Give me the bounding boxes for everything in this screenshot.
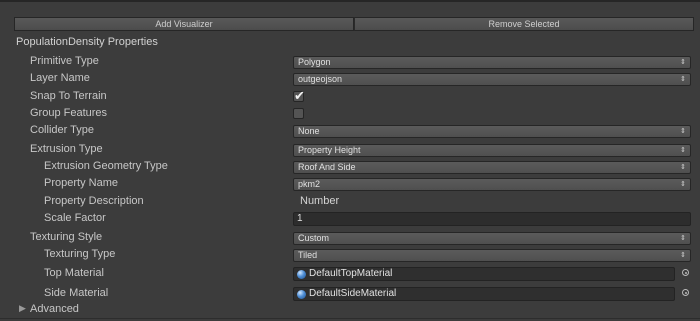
primitive-type-label: Primitive Type [30,55,99,67]
property-name-label: Property Name [44,177,118,189]
material-sphere-icon [297,270,306,279]
dropdown-arrows-icon: ⇕ [680,252,686,259]
dropdown-arrows-icon: ⇕ [680,59,686,66]
checkmark-icon: ✔ [294,88,305,103]
dropdown-arrows-icon: ⇕ [680,76,686,83]
top-divider [0,0,700,2]
scale-factor-label: Scale Factor [44,212,106,224]
collider-type-dropdown[interactable]: None ⇕ [293,125,691,138]
side-material-value: DefaultSideMaterial [309,288,397,299]
foldout-arrow-icon[interactable]: ▶ [19,303,26,314]
snap-to-terrain-checkbox[interactable]: ✔ [293,88,305,103]
extrusion-geometry-type-row: Extrusion Geometry Type Roof And Side ⇕ [0,159,700,175]
collider-type-value: None [298,126,320,136]
group-features-row: Group Features [0,106,700,122]
add-visualizer-button[interactable]: Add Visualizer [14,17,354,31]
texturing-style-label: Texturing Style [30,231,103,243]
extrusion-geometry-type-label: Extrusion Geometry Type [44,160,168,172]
layer-name-dropdown[interactable]: outgeojson ⇕ [293,73,691,86]
collider-type-row: Collider Type None ⇕ [0,123,700,139]
top-material-value: DefaultTopMaterial [309,268,393,279]
extrusion-type-row: Extrusion Type Property Height ⇕ [0,142,700,158]
visualizer-toolbar: Add Visualizer Remove Selected [14,17,694,31]
extrusion-type-value: Property Height [298,145,361,155]
side-material-field[interactable]: DefaultSideMaterial [293,287,675,301]
primitive-type-value: Polygon [298,57,331,67]
top-material-field[interactable]: DefaultTopMaterial [293,267,675,281]
property-name-value: pkm2 [298,179,321,189]
layer-name-value: outgeojson [298,74,343,84]
dropdown-arrows-icon: ⇕ [680,147,686,154]
dropdown-arrows-icon: ⇕ [680,128,686,135]
primitive-type-dropdown[interactable]: Polygon ⇕ [293,56,691,69]
primitive-type-row: Primitive Type Polygon ⇕ [0,54,700,70]
texturing-style-dropdown[interactable]: Custom ⇕ [293,232,691,245]
texturing-type-row: Texturing Type Tiled ⇕ [0,247,700,263]
bottom-divider [0,318,700,319]
object-picker-icon[interactable] [682,289,689,296]
layer-name-label: Layer Name [30,72,90,84]
property-description-label: Property Description [44,195,144,207]
scale-factor-row: Scale Factor 1 [0,211,700,227]
group-features-label: Group Features [30,107,108,119]
advanced-foldout[interactable]: ▶ Advanced [0,302,700,318]
extrusion-geometry-type-value: Roof And Side [298,162,356,172]
remove-selected-button[interactable]: Remove Selected [354,17,694,31]
scale-factor-input[interactable]: 1 [293,212,691,226]
extrusion-geometry-type-dropdown[interactable]: Roof And Side ⇕ [293,161,691,174]
property-description-row: Property Description Number [0,194,700,210]
top-material-row: Top Material DefaultTopMaterial [0,266,700,282]
collider-type-label: Collider Type [30,124,94,136]
section-title: PopulationDensity Properties [16,36,158,48]
texturing-type-value: Tiled [298,250,318,260]
side-material-label: Side Material [44,287,109,299]
extrusion-type-label: Extrusion Type [30,143,103,155]
snap-to-terrain-label: Snap To Terrain [30,90,107,102]
top-material-label: Top Material [44,267,104,279]
layer-name-row: Layer Name outgeojson ⇕ [0,71,700,87]
object-picker-icon[interactable] [682,269,689,276]
texturing-type-label: Texturing Type [44,248,116,260]
material-sphere-icon [297,290,306,299]
texturing-type-dropdown[interactable]: Tiled ⇕ [293,249,691,262]
dropdown-arrows-icon: ⇕ [680,164,686,171]
dropdown-arrows-icon: ⇕ [680,181,686,188]
extrusion-type-dropdown[interactable]: Property Height ⇕ [293,144,691,157]
property-name-row: Property Name pkm2 ⇕ [0,176,700,192]
texturing-style-value: Custom [298,233,330,243]
side-material-row: Side Material DefaultSideMaterial [0,286,700,302]
dropdown-arrows-icon: ⇕ [680,235,686,242]
group-features-checkbox[interactable] [293,108,304,119]
property-name-dropdown[interactable]: pkm2 ⇕ [293,178,691,191]
texturing-style-row: Texturing Style Custom ⇕ [0,230,700,246]
property-description-value: Number [300,195,340,207]
snap-to-terrain-row: Snap To Terrain ✔ [0,88,700,105]
advanced-label: Advanced [30,303,79,315]
